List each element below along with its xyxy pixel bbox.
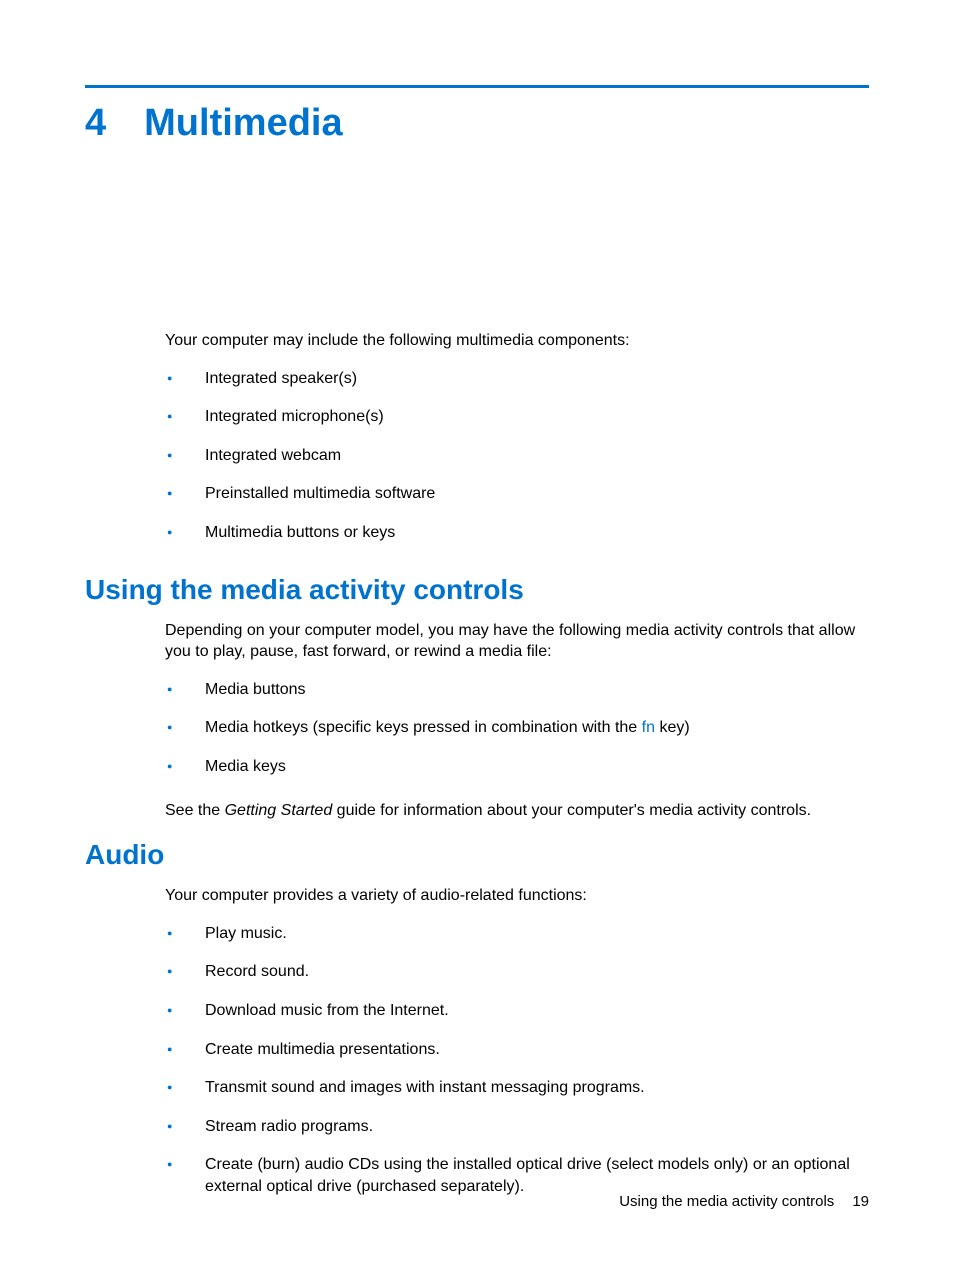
list-item-text: Media hotkeys (specific keys pressed in … <box>205 719 642 736</box>
section2-para: Your computer provides a variety of audi… <box>165 885 869 907</box>
section-heading-audio: Audio <box>85 839 869 871</box>
media-controls-list: Media buttons Media hotkeys (specific ke… <box>165 679 869 778</box>
chapter-heading: 4 Multimedia <box>85 102 869 145</box>
footer-page-number: 19 <box>852 1193 869 1210</box>
section1-para: Depending on your computer model, you ma… <box>165 620 869 663</box>
section1-closing: See the Getting Started guide for inform… <box>165 800 869 822</box>
section-heading-media-controls: Using the media activity controls <box>85 574 869 606</box>
list-item: Media hotkeys (specific keys pressed in … <box>165 717 869 739</box>
list-item: Multimedia buttons or keys <box>165 522 869 544</box>
list-item: Create multimedia presentations. <box>165 1039 869 1061</box>
list-item: Stream radio programs. <box>165 1116 869 1138</box>
list-item: Record sound. <box>165 961 869 983</box>
chapter-rule <box>85 85 869 88</box>
list-item: Download music from the Internet. <box>165 1000 869 1022</box>
section1-block: Depending on your computer model, you ma… <box>85 620 869 822</box>
list-item: Media keys <box>165 756 869 778</box>
list-item: Preinstalled multimedia software <box>165 483 869 505</box>
chapter-number: 4 <box>85 102 106 145</box>
closing-text: See the <box>165 802 225 819</box>
components-list: Integrated speaker(s) Integrated microph… <box>165 368 869 544</box>
audio-list: Play music. Record sound. Download music… <box>165 923 869 1198</box>
list-item: Transmit sound and images with instant m… <box>165 1077 869 1099</box>
list-item: Integrated webcam <box>165 445 869 467</box>
section2-block: Your computer provides a variety of audi… <box>85 885 869 1197</box>
list-item-text: key) <box>655 719 690 736</box>
guide-name: Getting Started <box>225 802 333 819</box>
chapter-title: Multimedia <box>144 102 342 145</box>
list-item: Play music. <box>165 923 869 945</box>
page-footer: Using the media activity controls 19 <box>619 1193 869 1210</box>
footer-section-title: Using the media activity controls <box>619 1193 834 1210</box>
list-item: Integrated microphone(s) <box>165 406 869 428</box>
list-item: Create (burn) audio CDs using the instal… <box>165 1154 869 1197</box>
list-item: Media buttons <box>165 679 869 701</box>
list-item: Integrated speaker(s) <box>165 368 869 390</box>
fn-key-text: fn <box>642 719 655 736</box>
intro-text: Your computer may include the following … <box>165 330 869 352</box>
intro-block: Your computer may include the following … <box>85 330 869 544</box>
closing-text: guide for information about your compute… <box>332 802 811 819</box>
